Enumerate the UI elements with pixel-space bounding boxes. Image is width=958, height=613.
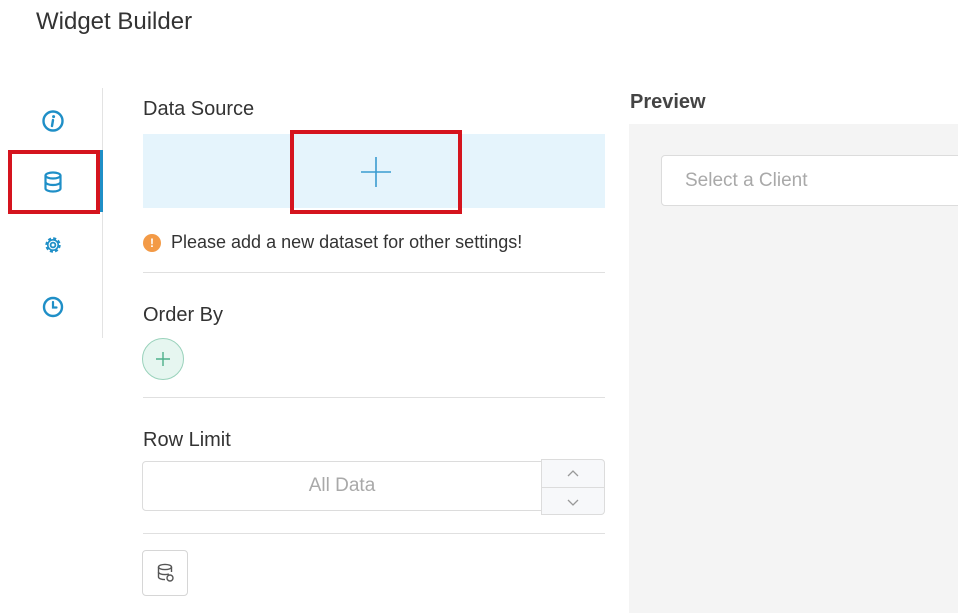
sidebar-active-indicator (100, 150, 103, 212)
page-title: Widget Builder (36, 8, 193, 35)
row-limit-stepper[interactable] (541, 459, 605, 515)
chevron-up-icon (567, 469, 579, 476)
sidebar-highlight-box (8, 150, 100, 214)
chevron-down-icon (567, 499, 579, 506)
sidebar-item-info[interactable] (38, 106, 68, 136)
row-limit-label: Row Limit (143, 429, 231, 451)
warning-dot-icon: ! (143, 233, 161, 252)
add-data-source-highlight-box (290, 130, 462, 214)
clock-icon (42, 296, 64, 318)
row-limit-decrement-button[interactable] (542, 488, 604, 515)
client-select-placeholder: Select a Client (685, 169, 808, 191)
order-by-label: Order By (143, 304, 224, 326)
section-divider (143, 533, 605, 534)
data-source-hint: ! Please add a new dataset for other set… (143, 232, 522, 253)
client-select[interactable]: Select a Client (661, 155, 958, 206)
plus-icon (156, 352, 170, 366)
sidebar-divider (102, 88, 103, 338)
gear-icon (45, 237, 61, 253)
info-icon (42, 110, 64, 132)
row-limit-increment-button[interactable] (542, 460, 604, 487)
data-source-label: Data Source (143, 98, 255, 120)
sidebar-item-settings[interactable] (38, 230, 68, 260)
preview-title: Preview (630, 91, 706, 113)
add-order-by-button[interactable] (142, 338, 184, 380)
section-divider (143, 397, 605, 398)
section-divider (143, 272, 605, 273)
sidebar-item-schedule[interactable] (38, 292, 68, 322)
data-source-hint-text: Please add a new dataset for other setti… (171, 232, 523, 252)
row-limit-input[interactable]: All Data (142, 461, 542, 511)
dataset-settings-button[interactable] (142, 550, 188, 596)
database-settings-icon (157, 563, 174, 582)
